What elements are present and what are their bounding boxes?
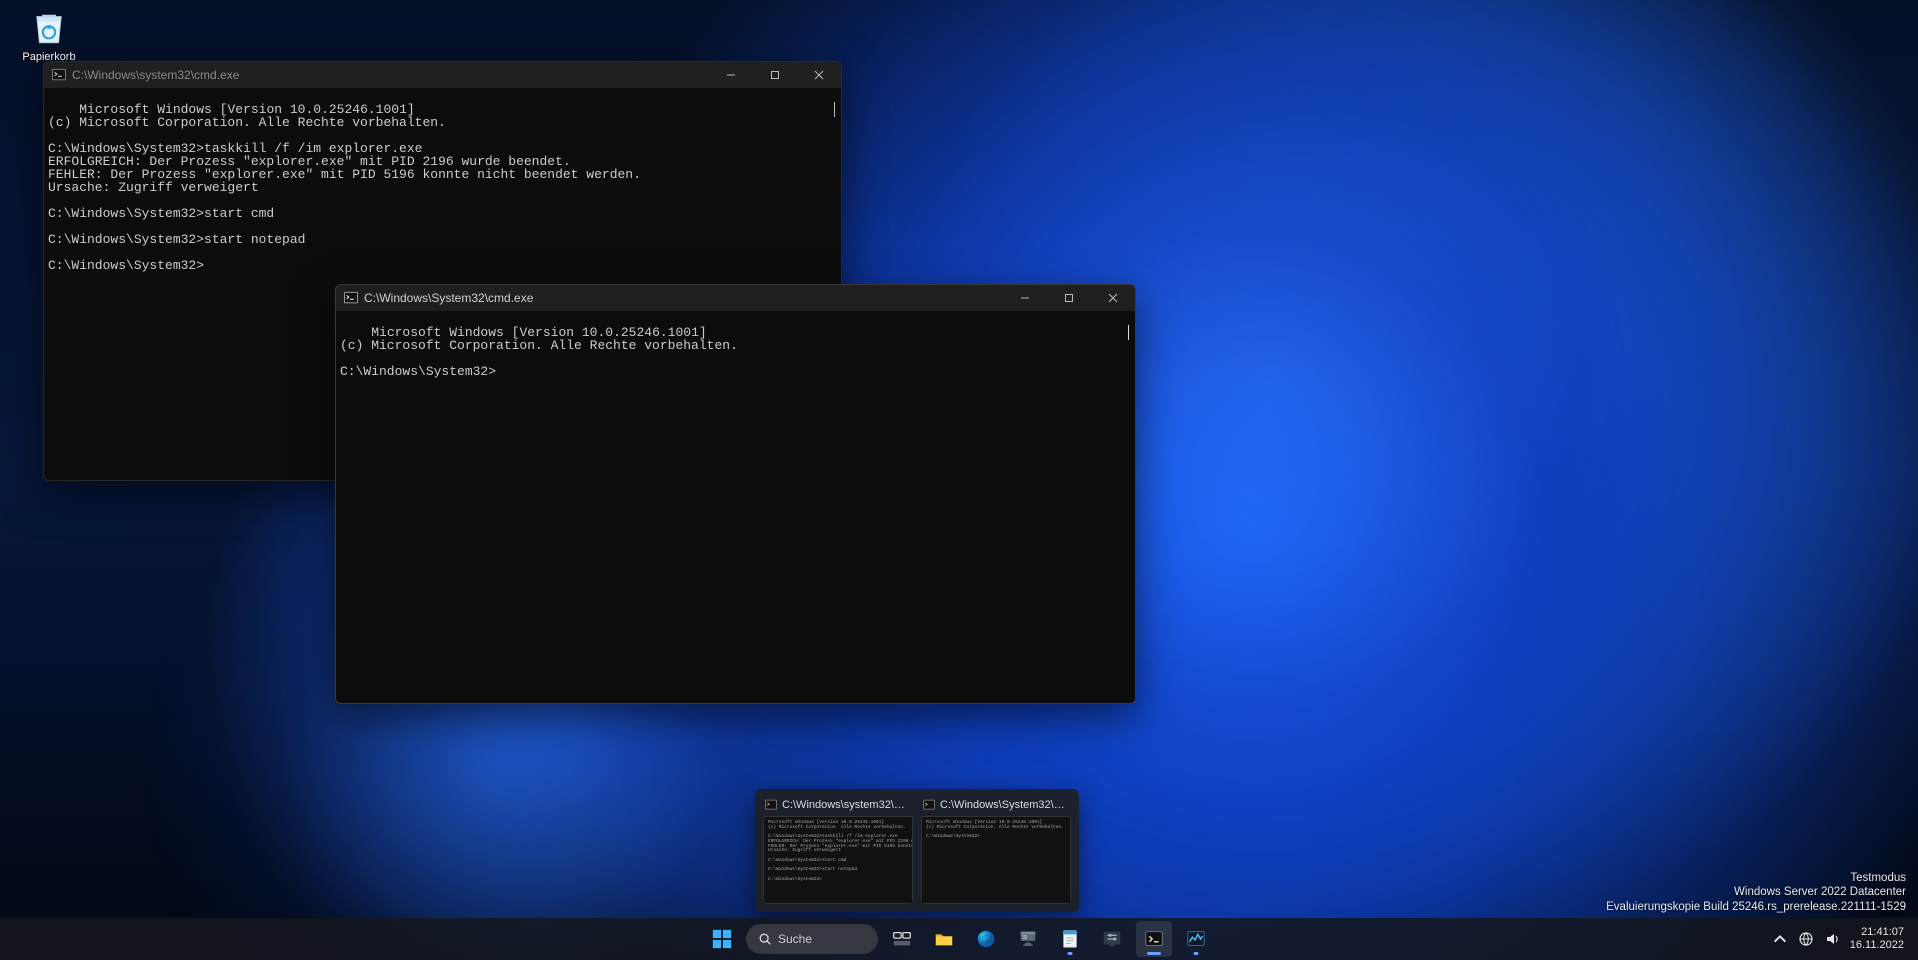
watermark-line: Evaluierungskopie Build 25246.rs_prerele… bbox=[1606, 900, 1906, 914]
desktop-watermark: Testmodus Windows Server 2022 Datacenter… bbox=[1606, 871, 1906, 914]
notepad-icon bbox=[1059, 928, 1081, 950]
server-manager-icon bbox=[1017, 928, 1039, 950]
task-view-button[interactable] bbox=[884, 921, 920, 957]
thumbnail-title: C:\Windows\system32\cmd... bbox=[782, 799, 909, 811]
window-title: C:\Windows\System32\cmd.exe bbox=[364, 291, 533, 305]
windows-logo-icon bbox=[711, 928, 733, 950]
taskbar-thumbnail[interactable]: C:\Windows\system32\cmd... Microsoft Win… bbox=[763, 797, 913, 904]
thumbnail-title: C:\Windows\System32\cmd... bbox=[940, 799, 1067, 811]
settings-panel-icon bbox=[1101, 928, 1123, 950]
taskbar-center: Suche bbox=[704, 921, 1214, 957]
cmd-app-icon bbox=[52, 68, 66, 82]
console-text: Microsoft Windows [Version 10.0.25246.10… bbox=[340, 325, 738, 379]
search-label: Suche bbox=[778, 932, 812, 946]
task-manager-icon bbox=[1185, 928, 1207, 950]
minimize-button[interactable] bbox=[709, 62, 753, 88]
watermark-line: Windows Server 2022 Datacenter bbox=[1606, 885, 1906, 899]
console-text: Microsoft Windows [Version 10.0.25246.10… bbox=[48, 102, 641, 273]
start-button[interactable] bbox=[704, 921, 740, 957]
maximize-button[interactable] bbox=[1047, 285, 1091, 311]
console-output[interactable]: Microsoft Windows [Version 10.0.25246.10… bbox=[336, 311, 1135, 703]
cmd-app-icon bbox=[765, 799, 777, 811]
terminal-icon bbox=[1143, 928, 1165, 950]
titlebar[interactable]: C:\Windows\system32\cmd.exe bbox=[44, 62, 841, 88]
task-manager-button[interactable] bbox=[1178, 921, 1214, 957]
recycle-bin-icon bbox=[28, 6, 70, 48]
desktop-icon-recycle-bin[interactable]: Papierkorb bbox=[18, 6, 80, 63]
window-title: C:\Windows\system32\cmd.exe bbox=[72, 68, 239, 82]
cmd-app-icon bbox=[344, 291, 358, 305]
edge-icon bbox=[975, 928, 997, 950]
tray-overflow-button[interactable] bbox=[1772, 931, 1788, 947]
file-explorer-button[interactable] bbox=[926, 921, 962, 957]
maximize-button[interactable] bbox=[753, 62, 797, 88]
settings-panel-button[interactable] bbox=[1094, 921, 1130, 957]
clock-date: 16.11.2022 bbox=[1850, 939, 1904, 952]
clock-time: 21:41:07 bbox=[1850, 926, 1904, 939]
close-button[interactable] bbox=[797, 62, 841, 88]
window-cmd-2[interactable]: C:\Windows\System32\cmd.exe Microsoft Wi… bbox=[335, 284, 1136, 704]
network-icon[interactable] bbox=[1798, 931, 1814, 947]
text-caret bbox=[834, 102, 835, 117]
taskbar-thumbnail-group: C:\Windows\system32\cmd... Microsoft Win… bbox=[755, 789, 1079, 912]
search-icon bbox=[758, 932, 772, 946]
titlebar[interactable]: C:\Windows\System32\cmd.exe bbox=[336, 285, 1135, 311]
taskbar-search[interactable]: Suche bbox=[746, 924, 878, 954]
watermark-line: Testmodus bbox=[1606, 871, 1906, 885]
taskbar-clock[interactable]: 21:41:07 16.11.2022 bbox=[1850, 926, 1904, 951]
server-manager-button[interactable] bbox=[1010, 921, 1046, 957]
close-button[interactable] bbox=[1091, 285, 1135, 311]
minimize-button[interactable] bbox=[1003, 285, 1047, 311]
text-caret bbox=[1128, 325, 1129, 340]
notepad-button[interactable] bbox=[1052, 921, 1088, 957]
folder-icon bbox=[933, 928, 955, 950]
taskbar-thumbnail[interactable]: C:\Windows\System32\cmd... Microsoft Win… bbox=[921, 797, 1071, 904]
volume-icon[interactable] bbox=[1824, 931, 1840, 947]
taskbar: Suche bbox=[0, 918, 1918, 960]
thumbnail-preview: Microsoft Windows [Version 10.0.25246.10… bbox=[763, 816, 913, 904]
chevron-up-icon bbox=[1772, 931, 1788, 947]
system-tray: 21:41:07 16.11.2022 bbox=[1764, 918, 1912, 960]
thumbnail-preview: Microsoft Windows [Version 10.0.25246.10… bbox=[921, 816, 1071, 904]
task-view-icon bbox=[891, 928, 913, 950]
cmd-app-icon bbox=[923, 799, 935, 811]
edge-button[interactable] bbox=[968, 921, 1004, 957]
cmd-button[interactable] bbox=[1136, 921, 1172, 957]
